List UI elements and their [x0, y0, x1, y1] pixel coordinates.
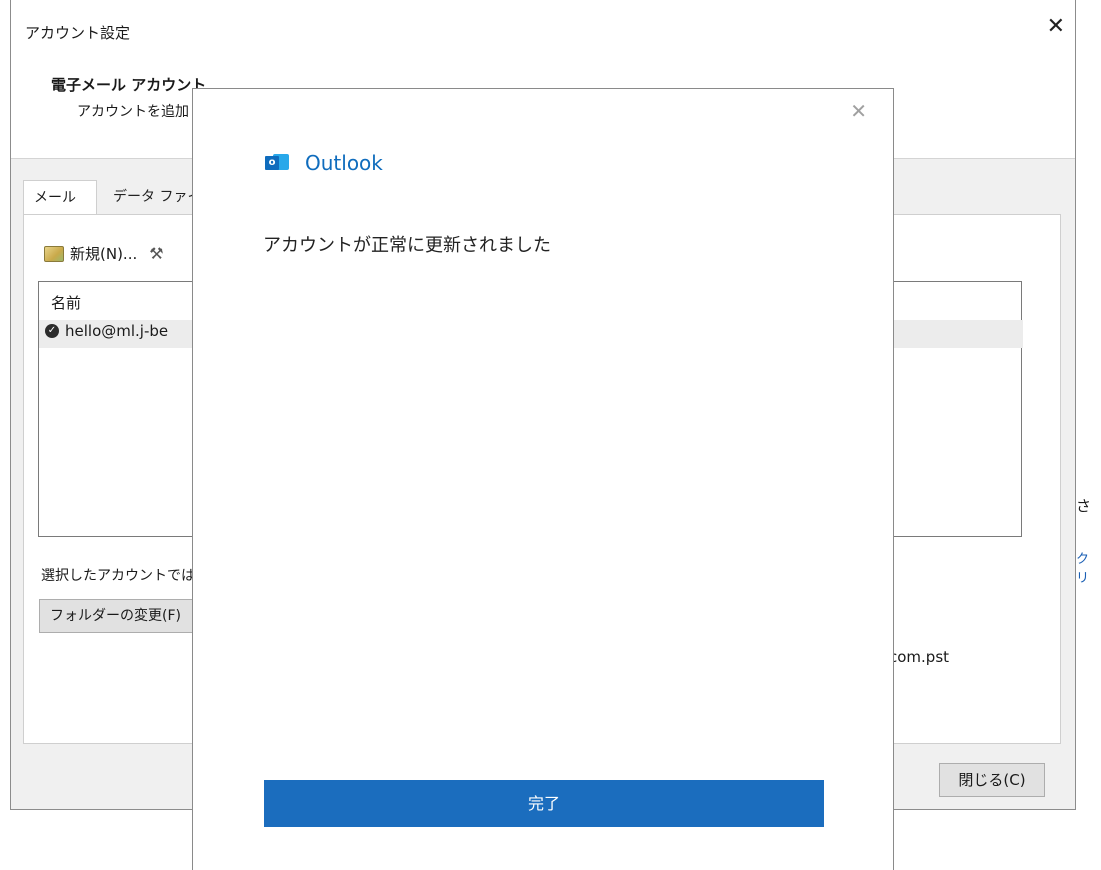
new-account-label: 新規(N)... [70, 245, 138, 263]
section-subtitle: アカウントを追加 [77, 104, 189, 120]
account-email: hello@ml.j-be [65, 322, 169, 340]
outlook-brand: o Outlook [263, 151, 383, 175]
new-mail-icon [44, 245, 64, 262]
account-row[interactable]: ✓ hello@ml.j-be [45, 322, 168, 340]
window-title: アカウント設定 [25, 24, 131, 42]
brand-name: Outlook [305, 151, 383, 175]
selected-account-text: 選択したアカウントでは [41, 568, 195, 584]
tab-mail[interactable]: メール [23, 180, 97, 216]
repair-tools-icon[interactable]: ⚒ [149, 244, 163, 263]
close-button[interactable]: 閉じる(C) [939, 763, 1045, 797]
account-toolbar: 新規(N)... ⚒ [44, 243, 164, 264]
window-close-icon[interactable]: ✕ [1047, 16, 1065, 38]
done-button[interactable]: 完了 [264, 780, 824, 827]
outlook-dialog: ✕ o Outlook アカウントが正常に更新されました 完了 [192, 88, 894, 870]
pst-path-text: com.pst [889, 648, 950, 666]
partial-link[interactable]: クリ [1076, 548, 1089, 586]
success-message: アカウントが正常に更新されました [263, 235, 551, 256]
check-circle-icon: ✓ [45, 324, 59, 338]
column-header-name: 名前 [51, 294, 82, 312]
outlook-logo-icon: o [263, 152, 291, 174]
dialog-close-icon[interactable]: ✕ [850, 101, 867, 121]
new-account-button[interactable]: 新規(N)... [44, 243, 137, 264]
section-heading: 電子メール アカウント [51, 76, 207, 94]
partial-text: さ [1076, 497, 1092, 515]
